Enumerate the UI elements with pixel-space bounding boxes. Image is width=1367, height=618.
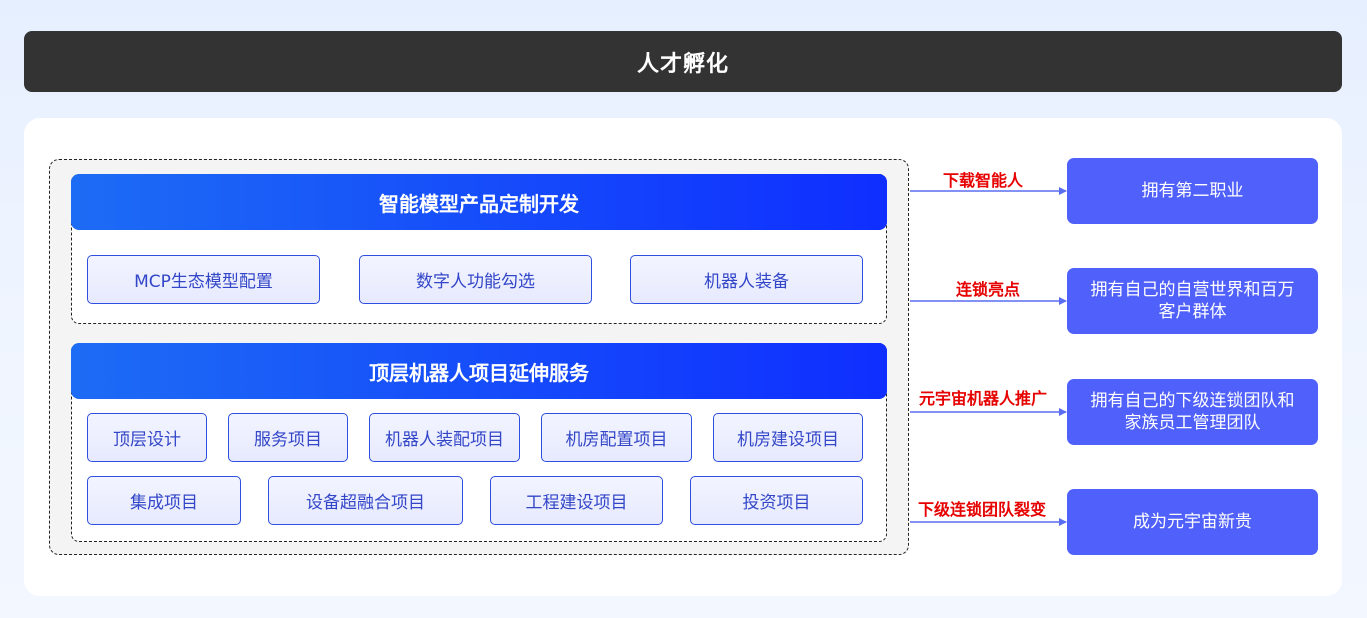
result-own-team: 拥有自己的下级连锁团队和 家族员工管理团队 — [1067, 379, 1318, 445]
flow-label-chain-highlight: 连锁亮点 — [955, 280, 1020, 299]
result-own-world-line-1: 拥有自己的自营世界和百万 — [1090, 280, 1295, 300]
flow-label-team-fission: 下级连锁团队裂变 — [917, 500, 1046, 519]
result-metaverse-elite: 成为元宇宙新贵 — [1067, 489, 1318, 555]
result-second-career-line-1: 拥有第二职业 — [1141, 181, 1244, 201]
result-own-team-line-2: 家族员工管理团队 — [1124, 413, 1261, 433]
flow-label-metaverse-promo: 元宇宙机器人推广 — [918, 389, 1047, 408]
result-metaverse-elite-line-1: 成为元宇宙新贵 — [1133, 512, 1252, 532]
result-own-world-line-2: 客户群体 — [1158, 302, 1227, 322]
flow-label-download: 下载智能人 — [942, 171, 1023, 190]
result-own-team-line-1: 拥有自己的下级连锁团队和 — [1090, 391, 1295, 411]
result-second-career: 拥有第二职业 — [1067, 158, 1318, 224]
result-own-world: 拥有自己的自营世界和百万 客户群体 — [1067, 268, 1318, 334]
